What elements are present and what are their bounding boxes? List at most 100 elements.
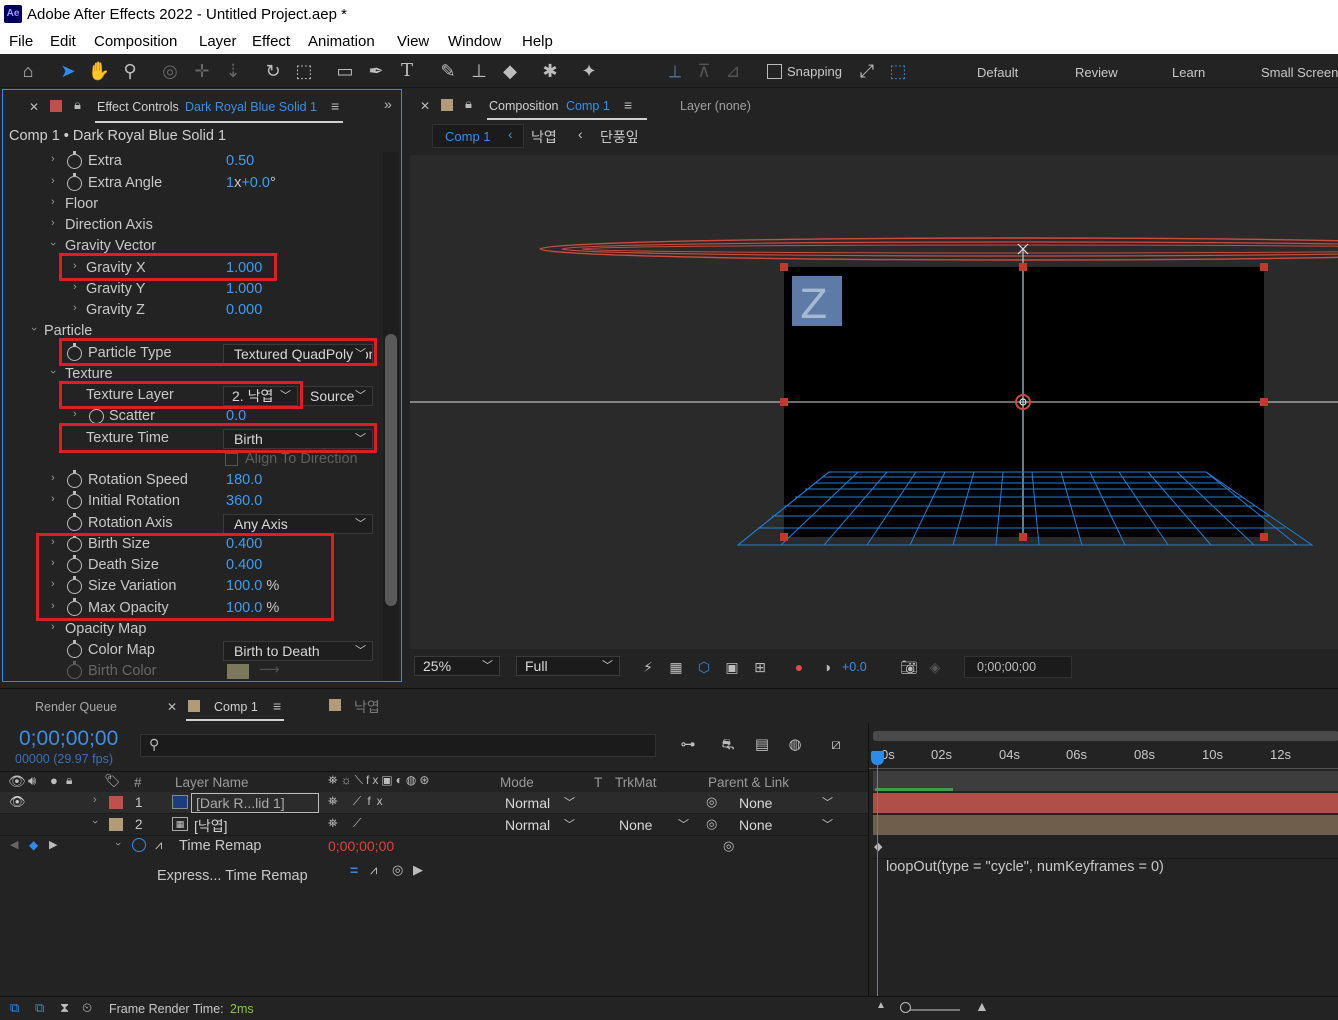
prop-floor[interactable]: › Floor (3, 195, 383, 216)
time-graph[interactable]: 0s 02s 04s 06s 08s 10s 12s ◆ loopOut(typ… (868, 723, 1338, 997)
collapse-arrow-icon[interactable]: › (89, 820, 101, 824)
eyedropper-icon[interactable]: ⟶ (259, 662, 280, 678)
pan-behind-icon[interactable]: ⬚ (292, 59, 316, 83)
prop-value[interactable]: 0.400 (226, 557, 262, 573)
stopwatch-icon[interactable] (67, 491, 82, 509)
mask-visibility-icon[interactable]: ⬡ (692, 655, 716, 679)
eraser-tool-icon[interactable]: ◆ (498, 59, 522, 83)
prop-direction-axis[interactable]: › Direction Axis (3, 216, 383, 237)
composition-tab-label[interactable]: Composition (489, 99, 558, 113)
color-management-icon[interactable]: ◑ (815, 655, 839, 679)
color-channels-icon[interactable]: ● (787, 655, 811, 679)
collapse-arrow-icon[interactable]: › (28, 327, 40, 331)
workspace-review[interactable]: Review (1075, 65, 1118, 80)
trkmat-dropdown[interactable]: None ﹀ (612, 815, 696, 834)
grid-guides-icon[interactable]: ⊞ (748, 655, 772, 679)
prop-scatter[interactable]: › Scatter 0.0 (3, 406, 383, 428)
pickwhip-icon[interactable]: ◎ (723, 838, 734, 854)
prop-value[interactable]: 100.0 % (226, 578, 279, 594)
hand-tool-icon[interactable]: ✋ (87, 59, 111, 83)
expression-row[interactable]: Express... Time Remap = ⩘ ◎ ▶ (0, 861, 868, 889)
expand-arrow-icon[interactable]: › (51, 153, 55, 165)
menu-file[interactable]: File (9, 33, 33, 50)
leaf-timeline-tab[interactable]: 낙엽 (354, 697, 380, 717)
zoom-in-icon[interactable]: ▲ (975, 998, 989, 1014)
dolly-camera-icon[interactable]: ⇣ (221, 59, 245, 83)
rotation-tool-icon[interactable]: ↻ (261, 59, 285, 83)
zoom-tool-icon[interactable]: ⚲ (118, 59, 142, 83)
graph-editor-icon[interactable]: ⧄ (824, 733, 848, 757)
stopwatch-icon[interactable] (67, 173, 82, 191)
texture-source-dropdown[interactable]: Source ﹀ (301, 386, 373, 406)
prop-birth-color[interactable]: Birth Color ⟶ (3, 661, 383, 681)
prop-particle[interactable]: › Particle (3, 322, 383, 343)
expand-arrow-icon[interactable]: › (73, 260, 77, 272)
layer-switches[interactable]: ⛯ ⟋ (328, 816, 367, 831)
comp1-timeline-tab[interactable]: Comp 1 (214, 700, 258, 714)
expand-arrow-icon[interactable]: › (51, 536, 55, 548)
particle-type-dropdown[interactable]: Textured QuadPolygon ﹀ (223, 344, 373, 364)
expand-arrow-icon[interactable]: › (51, 621, 55, 633)
layer-label-color[interactable] (109, 818, 123, 831)
orbit-camera-icon[interactable]: ◎ (158, 59, 182, 83)
axis-local-icon[interactable]: ⟂ (663, 59, 687, 83)
type-tool-icon[interactable]: T (395, 59, 419, 83)
prop-death-size[interactable]: › Death Size 0.400 (3, 555, 383, 577)
menu-effect[interactable]: Effect (252, 33, 290, 50)
render-time-toggle-icon[interactable]: ⏲ (82, 1000, 92, 1016)
color-map-dropdown[interactable]: Birth to Death ﹀ (223, 641, 373, 661)
axis-view-icon[interactable]: ⊿ (721, 59, 745, 83)
texture-layer-dropdown[interactable]: 2. 낙엽 ﹀ (223, 386, 298, 406)
stopwatch-icon[interactable] (67, 343, 82, 361)
viewer-timecode[interactable]: 0;00;00;00 (964, 656, 1072, 678)
puppet-pin-icon[interactable]: ✦ (577, 59, 601, 83)
pan-camera-icon[interactable]: ✛ (190, 59, 214, 83)
lock-icon[interactable]: 🔒︎ (465, 96, 472, 112)
stopwatch-icon[interactable] (67, 513, 82, 531)
scrollbar-thumb[interactable] (385, 334, 397, 606)
parent-dropdown[interactable]: None ﹀ (732, 793, 840, 812)
snapping-checkbox[interactable] (767, 64, 782, 79)
stopwatch-icon[interactable] (67, 598, 82, 616)
stopwatch-icon[interactable] (67, 661, 82, 679)
expand-arrow-icon[interactable]: › (51, 600, 55, 612)
menu-edit[interactable]: Edit (50, 33, 76, 50)
expand-arrow-icon[interactable]: › (51, 557, 55, 569)
layer-row[interactable]: › 2 ▦ [낙엽] ⛯ ⟋ Normal ﹀ None ﹀ ◎ None ﹀ (0, 814, 868, 836)
workspace-small-screen[interactable]: Small Screen (1261, 65, 1338, 80)
expand-arrow-icon[interactable]: › (51, 493, 55, 505)
prop-texture-time[interactable]: Texture Time Birth ﹀ (3, 429, 383, 450)
pickwhip-icon[interactable]: ◎ (706, 794, 717, 810)
expand-arrow-icon[interactable]: › (51, 578, 55, 590)
align-direction-checkbox[interactable] (225, 453, 238, 466)
collapse-arrow-icon[interactable]: › (112, 842, 124, 846)
expression-enable-icon[interactable]: = (350, 862, 358, 878)
next-keyframe-icon[interactable]: ▶ (49, 838, 57, 851)
transfer-controls-toggle-icon[interactable]: ⧉ (35, 1000, 44, 1016)
menu-animation[interactable]: Animation (308, 33, 375, 50)
current-timecode[interactable]: 0;00;00;00 (19, 727, 118, 751)
expression-code[interactable]: loopOut(type = "cycle", numKeyframes = 0… (886, 859, 1164, 875)
fast-previews-icon[interactable]: ⚡ (636, 655, 660, 679)
prop-color-map[interactable]: Color Map Birth to Death ﹀ (3, 640, 383, 662)
region-of-interest-icon[interactable]: ▣ (720, 655, 744, 679)
comp-viewer[interactable]: Z ➤ (410, 155, 1338, 649)
prop-birth-size[interactable]: › Birth Size 0.400 (3, 534, 383, 556)
prop-align-to-direction[interactable]: Align To Direction (3, 450, 383, 471)
layer-2-bar[interactable] (873, 815, 1338, 835)
expression-pickwhip-icon[interactable]: ◎ (392, 862, 403, 878)
layer-tab[interactable]: Layer (none) (680, 99, 751, 113)
texture-time-dropdown[interactable]: Birth ﹀ (223, 429, 373, 449)
menu-window[interactable]: Window (448, 33, 501, 50)
prop-value[interactable]: 1x+0.0° (226, 175, 276, 191)
brush-tool-icon[interactable]: ✎ (436, 59, 460, 83)
workspace-learn[interactable]: Learn (1172, 65, 1205, 80)
stopwatch-icon[interactable] (67, 555, 82, 573)
rectangle-tool-icon[interactable]: ▭ (333, 59, 357, 83)
prop-size-variation[interactable]: › Size Variation 100.0 % (3, 576, 383, 598)
pen-tool-icon[interactable]: ✒ (364, 59, 388, 83)
prop-extra-angle[interactable]: › Extra Angle 1x+0.0° (3, 173, 383, 195)
expand-panels-icon[interactable]: » (384, 96, 392, 112)
motion-blur-icon[interactable]: ◍ (783, 733, 807, 757)
prop-particle-type[interactable]: Particle Type Textured QuadPolygon ﹀ (3, 343, 383, 365)
